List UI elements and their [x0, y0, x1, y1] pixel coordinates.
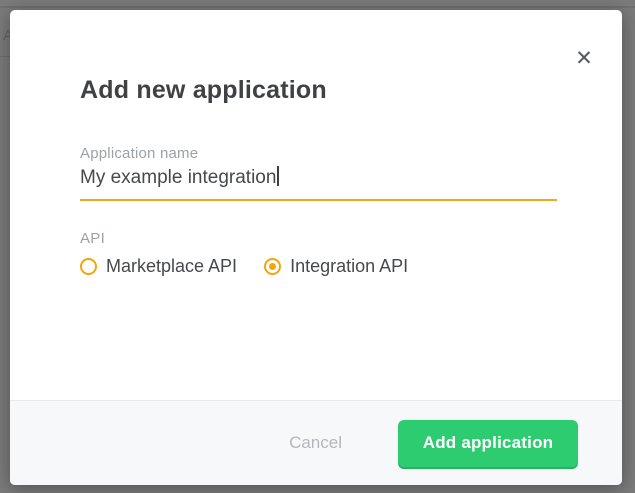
application-name-value: My example integration — [80, 167, 276, 188]
api-group-label: API — [80, 230, 105, 247]
add-application-button[interactable]: Add application — [398, 420, 578, 467]
radio-selected-icon — [264, 258, 281, 275]
background-page-edge — [0, 6, 635, 8]
radio-marketplace-api[interactable]: Marketplace API — [80, 256, 237, 277]
dialog-footer: Cancel Add application — [10, 400, 622, 485]
text-caret — [277, 166, 279, 186]
background-page-divider — [0, 56, 10, 57]
application-name-input[interactable]: My example integration — [80, 166, 557, 201]
add-application-dialog: ✕ Add new application Application name M… — [10, 10, 622, 485]
radio-marketplace-api-label: Marketplace API — [106, 256, 237, 277]
cancel-button[interactable]: Cancel — [289, 433, 342, 453]
close-icon[interactable]: ✕ — [572, 46, 596, 70]
radio-unselected-icon — [80, 258, 97, 275]
api-radio-group: Marketplace API Integration API — [80, 256, 408, 277]
application-name-label: Application name — [80, 145, 198, 162]
radio-integration-api[interactable]: Integration API — [264, 256, 408, 277]
dialog-title: Add new application — [80, 76, 327, 105]
radio-integration-api-label: Integration API — [290, 256, 408, 277]
